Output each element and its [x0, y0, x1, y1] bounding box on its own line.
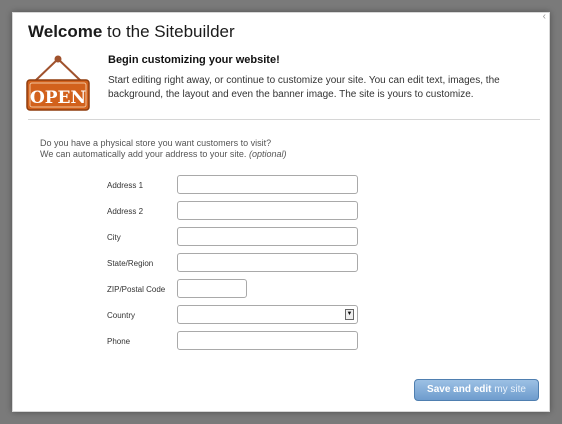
- question-line-1: Do you have a physical store you want cu…: [40, 138, 272, 148]
- close-icon[interactable]: ‹: [543, 11, 546, 22]
- save-label-main: Save and edit: [427, 384, 495, 395]
- question-line-2: We can automatically add your address to…: [40, 149, 286, 160]
- city-input[interactable]: [177, 227, 358, 246]
- country-label: Country: [107, 311, 136, 320]
- address-question: Do you have a physical store you want cu…: [40, 138, 286, 160]
- intro-text: Start editing right away, or continue to…: [108, 75, 500, 100]
- zip-input[interactable]: [177, 279, 247, 298]
- country-select[interactable]: ▼: [177, 305, 358, 324]
- intro-heading: Begin customizing your website!: [108, 54, 280, 66]
- title-bold: Welcome: [28, 22, 103, 41]
- city-label: City: [107, 233, 121, 242]
- address1-label: Address 1: [107, 181, 144, 190]
- question-line-2-text: We can automatically add your address to…: [40, 149, 247, 159]
- title-rest: to the Sitebuilder: [102, 22, 235, 41]
- address2-input[interactable]: [177, 201, 358, 220]
- open-sign-icon: OPEN: [26, 55, 90, 111]
- phone-label: Phone: [107, 337, 131, 346]
- save-label-light: my site: [494, 384, 526, 395]
- zip-label: ZIP/Postal Code: [107, 285, 166, 294]
- save-and-edit-button[interactable]: Save and edit my site: [414, 379, 539, 401]
- divider: [28, 119, 540, 120]
- welcome-dialog: Welcome to the Sitebuilder ‹ OPEN Begin …: [12, 11, 550, 412]
- address1-input[interactable]: [177, 175, 358, 194]
- state-label: State/Region: [107, 259, 154, 268]
- phone-input[interactable]: [177, 331, 358, 350]
- dialog-title: Welcome to the Sitebuilder: [28, 22, 235, 42]
- sign-text: OPEN: [30, 88, 86, 108]
- state-input[interactable]: [177, 253, 358, 272]
- optional-note: (optional): [248, 149, 287, 159]
- address2-label: Address 2: [107, 207, 144, 216]
- chevron-down-icon[interactable]: ▼: [345, 309, 354, 320]
